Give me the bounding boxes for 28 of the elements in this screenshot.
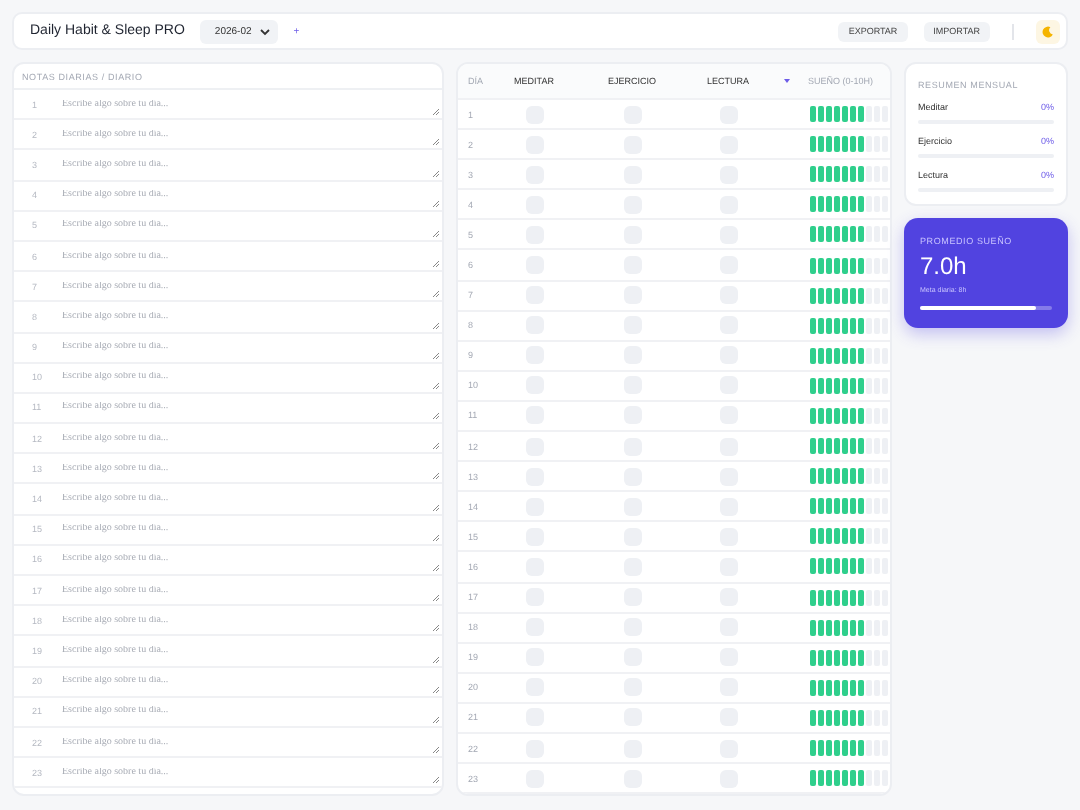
resize-handle-icon[interactable] [432,564,440,572]
resize-handle-icon[interactable] [432,108,440,117]
resize-handle-icon[interactable] [432,624,440,633]
resize-handle-icon[interactable] [432,503,440,512]
moon-icon [1042,25,1054,37]
resize-handle-icon[interactable] [432,199,440,208]
resize-handle-icon[interactable] [432,321,440,329]
resize-handle-icon[interactable] [432,260,440,269]
sort-icon[interactable] [784,78,790,84]
resize-handle-icon[interactable] [432,381,440,390]
resize-handle-icon[interactable] [432,442,440,451]
chevron-down-icon [259,27,270,35]
theme-toggle-button[interactable] [1036,19,1060,43]
resize-handle-icon[interactable] [432,138,440,147]
resize-handle-icon[interactable] [432,472,440,481]
resize-handle-icon[interactable] [432,746,440,755]
resize-handle-icon[interactable] [432,412,440,421]
resize-handle-icon[interactable] [432,655,440,664]
resize-handle-icon[interactable] [432,685,440,694]
resize-handle-icon[interactable] [432,533,440,542]
resize-handle-icon[interactable] [432,715,440,724]
resize-handle-icon[interactable] [432,594,440,603]
sleep-average-value: 7.0h [920,252,969,280]
resize-handle-icon[interactable] [432,229,440,238]
resize-handle-icon[interactable] [432,776,440,785]
resize-handle-icon[interactable] [432,351,440,360]
resize-handle-icon[interactable] [432,290,440,299]
resize-handle-icon[interactable] [432,169,440,178]
